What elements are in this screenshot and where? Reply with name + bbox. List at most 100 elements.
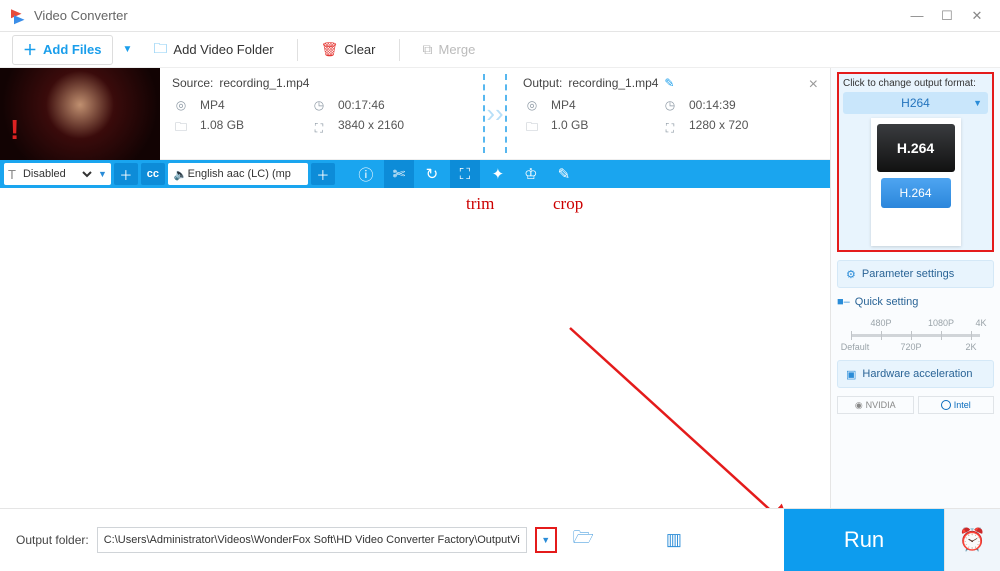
- output-filename: recording_1.mp4: [568, 76, 658, 90]
- source-duration: 00:17:46: [338, 98, 438, 112]
- open-folder-button[interactable]: 🗁: [565, 525, 602, 554]
- clear-button[interactable]: 🗑 Clear: [310, 36, 387, 63]
- app-logo-icon: [8, 7, 26, 25]
- output-folder-label: Output folder:: [16, 533, 89, 547]
- sliders-icon: ⚙: [846, 268, 856, 281]
- video-thumbnail[interactable]: !: [0, 68, 160, 160]
- add-subtitle-button[interactable]: ＋: [114, 163, 138, 185]
- content-area: ! Source: recording_1.mp4 ◎ MP4 ◷ 00:17:…: [0, 68, 1000, 508]
- output-format: MP4: [551, 98, 651, 112]
- format-card-top: H.264: [877, 124, 955, 172]
- annotation-crop: crop: [553, 194, 583, 214]
- trim-button[interactable]: ✄: [384, 160, 414, 188]
- output-folder-input[interactable]: [97, 527, 527, 553]
- hardware-accel-label: Hardware acceleration: [862, 368, 972, 380]
- parameter-settings-label: Parameter settings: [862, 268, 954, 280]
- plus-icon: ＋: [23, 40, 37, 60]
- format-pill-label: H264: [901, 96, 930, 110]
- output-format-box: Click to change output format: H264 ▼ H.…: [837, 72, 994, 252]
- dot-icon: ■–: [837, 296, 850, 308]
- add-folder-button[interactable]: 🗀 Add Video Folder: [142, 33, 284, 67]
- source-resolution: 3840 x 2160: [338, 118, 438, 139]
- watermark-button[interactable]: ♔: [516, 160, 546, 188]
- quick-setting-label: ■– Quick setting: [837, 296, 994, 308]
- file-item: ! Source: recording_1.mp4 ◎ MP4 ◷ 00:17:…: [0, 68, 830, 160]
- trash-icon: 🗑: [321, 41, 339, 58]
- thumb-marker: !: [10, 114, 19, 146]
- remove-item-button[interactable]: ×: [809, 76, 818, 94]
- close-button[interactable]: ✕: [962, 4, 992, 28]
- hw-logos: ◉NVIDIA Intel: [837, 396, 994, 414]
- clock-icon: ◷: [661, 98, 679, 112]
- info-button[interactable]: ⓘ: [351, 160, 381, 188]
- titlebar: Video Converter — ☐ ✕: [0, 0, 1000, 32]
- rotate-button[interactable]: ↻: [417, 160, 447, 188]
- run-button[interactable]: Run: [784, 509, 944, 571]
- rename-icon[interactable]: ✎: [664, 76, 674, 90]
- main-toolbar: ＋ Add Files ▼ 🗀 Add Video Folder 🗑 Clear…: [0, 32, 1000, 68]
- chevron-down-icon: ▼: [973, 98, 982, 108]
- schedule-button[interactable]: ⏰: [944, 509, 1000, 571]
- intel-logo: Intel: [918, 396, 995, 414]
- output-size: 1.0 GB: [551, 118, 651, 139]
- merge-label: Merge: [439, 42, 476, 57]
- output-resolution: 1280 x 720: [689, 118, 789, 139]
- subtitle-select[interactable]: Disabled: [19, 167, 95, 181]
- conversion-arrow: ››: [479, 68, 511, 159]
- clear-label: Clear: [344, 42, 375, 57]
- task-list-button[interactable]: ▥: [658, 530, 690, 550]
- resolution-icon: ⛶: [310, 118, 328, 139]
- edit-button[interactable]: ✎: [549, 160, 579, 188]
- source-filename: recording_1.mp4: [219, 76, 309, 90]
- item-actionbar: T Disabled ▼ ＋ cc 🔈 English aac (LC) (mp…: [0, 160, 830, 188]
- nvidia-logo: ◉NVIDIA: [837, 396, 914, 414]
- output-label: Output:: [523, 76, 562, 90]
- add-audio-button[interactable]: ＋: [311, 163, 335, 185]
- side-panel: Click to change output format: H264 ▼ H.…: [830, 68, 1000, 508]
- add-folder-label: Add Video Folder: [173, 42, 273, 57]
- maximize-button[interactable]: ☐: [932, 4, 962, 28]
- quick-setting-slider[interactable]: 480P 1080P 4K Default 720P 2K: [841, 318, 990, 352]
- format-pill[interactable]: H264 ▼: [843, 92, 988, 114]
- chevron-down-icon: ▼: [98, 169, 107, 179]
- size-icon: 🗀: [523, 118, 541, 139]
- clock-icon: ◷: [310, 98, 328, 112]
- format-hint: Click to change output format:: [843, 78, 988, 89]
- effects-button[interactable]: ✦: [483, 160, 513, 188]
- format-icon: ◎: [172, 98, 190, 112]
- size-icon: 🗀: [172, 118, 190, 139]
- format-icon: ◎: [523, 98, 541, 112]
- footer-left: Output folder: ▼ 🗁 ▥: [0, 525, 784, 554]
- merge-button: ⧉ Merge: [412, 36, 487, 63]
- chip-icon: ▣: [846, 368, 856, 381]
- source-format: MP4: [200, 98, 300, 112]
- separator: [297, 39, 298, 61]
- minimize-button[interactable]: —: [902, 4, 932, 28]
- audio-track-selector[interactable]: 🔈 English aac (LC) (mp: [168, 163, 308, 185]
- format-card-bottom: H.264: [881, 178, 951, 208]
- annotation-trim: trim: [466, 194, 494, 214]
- format-card[interactable]: H.264 H.264: [871, 118, 961, 246]
- subtitle-selector[interactable]: T Disabled ▼: [4, 163, 111, 185]
- output-duration: 00:14:39: [689, 98, 789, 112]
- source-label: Source:: [172, 76, 213, 90]
- add-files-label: Add Files: [43, 42, 102, 57]
- run-label: Run: [844, 527, 884, 553]
- source-column: Source: recording_1.mp4 ◎ MP4 ◷ 00:17:46…: [160, 68, 479, 159]
- source-size: 1.08 GB: [200, 118, 300, 139]
- app-title: Video Converter: [34, 8, 902, 23]
- main-panel: ! Source: recording_1.mp4 ◎ MP4 ◷ 00:17:…: [0, 68, 830, 508]
- separator: [399, 39, 400, 61]
- resolution-icon: ⛶: [661, 118, 679, 139]
- footer: Output folder: ▼ 🗁 ▥ Run ⏰: [0, 508, 1000, 570]
- add-files-dropdown[interactable]: ▼: [119, 44, 137, 55]
- folder-plus-icon: 🗀: [153, 38, 167, 62]
- hardware-accel-button[interactable]: ▣ Hardware acceleration: [837, 360, 994, 388]
- parameter-settings-button[interactable]: ⚙ Parameter settings: [837, 260, 994, 288]
- speaker-icon: 🔈: [174, 168, 188, 181]
- output-folder-dropdown[interactable]: ▼: [535, 527, 557, 553]
- crop-button[interactable]: ⛶: [450, 160, 480, 188]
- add-files-button[interactable]: ＋ Add Files: [12, 35, 113, 65]
- caption-button[interactable]: cc: [141, 163, 165, 185]
- audio-track-label: English aac (LC) (mp: [188, 168, 291, 180]
